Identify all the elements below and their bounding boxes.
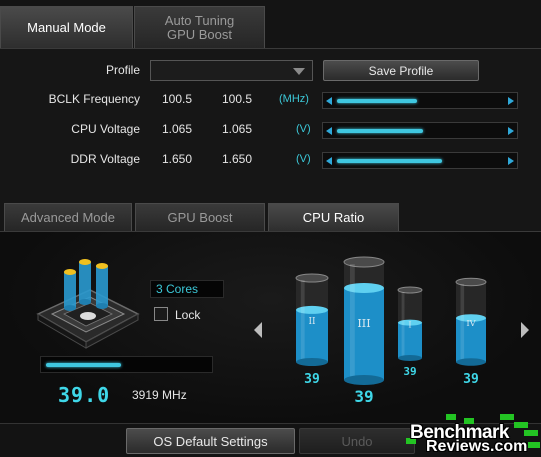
ddr-voltage-label: DDR Voltage	[70, 152, 140, 166]
core-ratio-value: 39	[403, 365, 417, 378]
watermark-line2: Reviews.com	[426, 438, 528, 455]
cores-selector[interactable]: 3 Cores	[150, 280, 224, 298]
tab-cpu-ratio-label: CPU Ratio	[302, 209, 365, 225]
save-profile-button[interactable]: Save Profile	[323, 60, 479, 81]
decrease-arrow-icon[interactable]	[326, 157, 332, 165]
cpu-voltage-label: CPU Voltage	[71, 122, 140, 136]
decrease-arrow-icon[interactable]	[326, 127, 332, 135]
bclk-frequency-label: BCLK Frequency	[48, 92, 140, 106]
cpu-ratio-bar[interactable]	[40, 356, 213, 373]
undo-button[interactable]: Undo	[299, 428, 415, 454]
bclk-current-value: 100.5	[162, 92, 193, 106]
increase-arrow-icon[interactable]	[508, 127, 514, 135]
ddr-voltage-unit: (V)	[296, 153, 311, 165]
ddr-voltage-slider-fill	[337, 159, 442, 163]
cpu-frequency-value: 3919 MHz	[132, 388, 187, 402]
ddr-voltage-target-value: 1.650	[222, 152, 253, 166]
cpu-voltage-target-value: 1.065	[222, 122, 253, 136]
cpu-voltage-slider[interactable]	[322, 122, 518, 139]
tab-manual-mode-label: Manual Mode	[27, 19, 106, 35]
core-roman-label: IV	[466, 318, 476, 328]
increase-arrow-icon[interactable]	[508, 97, 514, 105]
bclk-slider[interactable]	[322, 92, 518, 109]
previous-arrow-icon[interactable]	[254, 322, 262, 338]
tab-gpu-boost[interactable]: GPU Boost	[135, 203, 265, 231]
core-ratio-value: 39	[463, 372, 479, 387]
decrease-arrow-icon[interactable]	[326, 97, 332, 105]
core-roman-label: III	[357, 317, 370, 330]
cpu-voltage-unit: (V)	[296, 123, 311, 135]
tab-advanced-mode-label: Advanced Mode	[21, 209, 115, 225]
profile-label: Profile	[105, 63, 140, 77]
cpu-voltage-current-value: 1.065	[162, 122, 193, 136]
next-arrow-icon[interactable]	[521, 322, 529, 338]
profile-dropdown[interactable]	[150, 60, 313, 81]
tab-auto-tuning-gpu-boost[interactable]: Auto Tuning GPU Boost	[134, 6, 265, 48]
core-cylinder-iii: III	[343, 256, 385, 385]
cpu-ratio-bar-fill	[46, 363, 121, 367]
core-cylinder-ii: II	[295, 273, 329, 366]
cpu-voltage-slider-fill	[337, 129, 423, 133]
tab-auto-tuning-label: Auto Tuning GPU Boost	[164, 12, 235, 42]
tab-gpu-boost-label: GPU Boost	[167, 209, 233, 225]
os-default-settings-button[interactable]: OS Default Settings	[126, 428, 295, 454]
core-cylinder-iv: IV	[455, 277, 487, 366]
lock-checkbox[interactable]	[154, 307, 168, 321]
bclk-unit: (MHz)	[279, 93, 309, 105]
tab-advanced-mode[interactable]: Advanced Mode	[4, 203, 132, 231]
ddr-voltage-slider[interactable]	[322, 152, 518, 169]
core-cylinder-i: I	[397, 286, 423, 361]
bclk-slider-fill	[337, 99, 417, 103]
core-roman-label: I	[408, 320, 411, 329]
chevron-down-icon	[293, 68, 305, 75]
core-roman-label: II	[308, 317, 316, 327]
lock-label: Lock	[175, 308, 201, 322]
ddr-voltage-current-value: 1.650	[162, 152, 193, 166]
core-ratio-value: 39	[354, 387, 374, 406]
increase-arrow-icon[interactable]	[508, 157, 514, 165]
cpu-ratio-value: 39.0	[58, 383, 111, 407]
core-ratio-value: 39	[304, 372, 320, 387]
tab-cpu-ratio[interactable]: CPU Ratio	[268, 203, 399, 231]
cpu-chip-icon	[36, 259, 140, 349]
bclk-target-value: 100.5	[222, 92, 253, 106]
tab-manual-mode[interactable]: Manual Mode	[0, 6, 133, 48]
